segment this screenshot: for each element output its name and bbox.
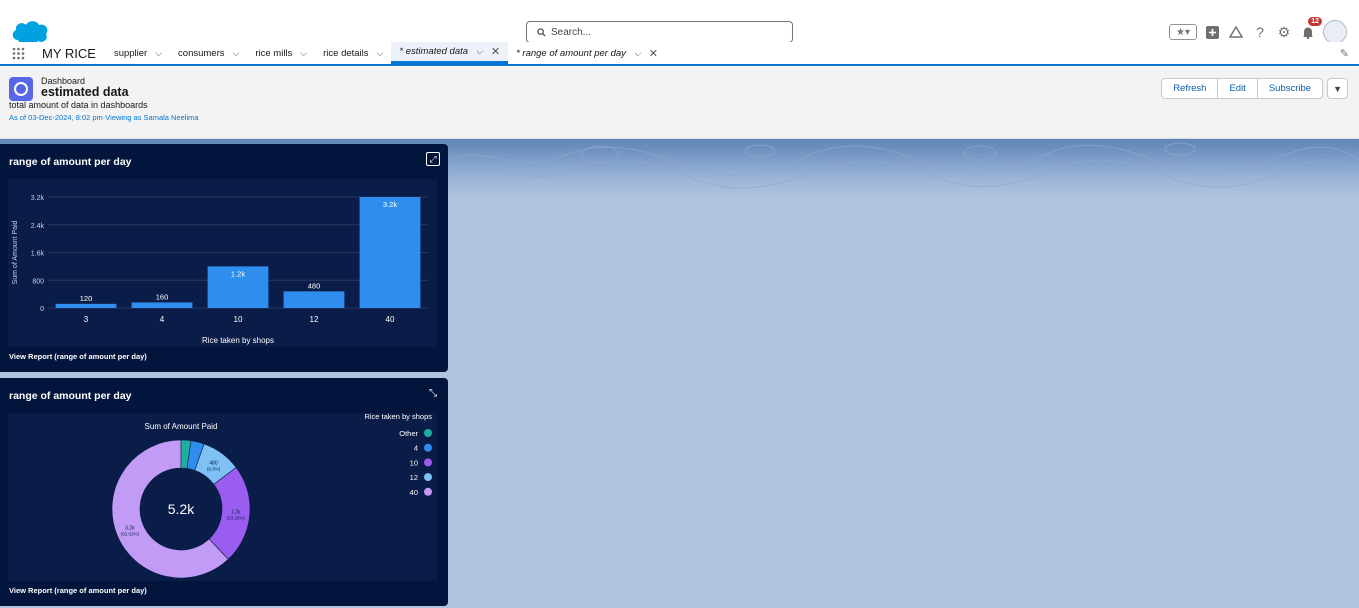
legend-swatch [424, 443, 432, 452]
bar-data-label: 160 [156, 292, 169, 301]
slice-percent-label: (62.02%) [121, 531, 140, 536]
close-icon[interactable]: ✕ [649, 47, 658, 60]
legend-label: Other [399, 429, 418, 438]
donut-chart-widget: range of amount per day ⤡ Sum of Amount … [0, 378, 448, 606]
close-icon[interactable]: ✕ [491, 45, 500, 58]
edit-nav-pencil-icon[interactable]: ✎ [1340, 47, 1349, 60]
bar-chart-area: 0 800 1.6k 2.4k 3.2k Sum of Amount Paid 120 3 16… [8, 179, 437, 347]
page-title: estimated data [41, 85, 129, 99]
widget-title: range of amount per day [9, 390, 132, 402]
view-report-link[interactable]: View Report (range of amount per day) [9, 586, 147, 595]
legend-swatch [424, 458, 432, 467]
donut-center-total: 5.2k [168, 501, 195, 517]
global-header: Search... ★▾ ? ⚙ 12 [0, 0, 1359, 45]
tab-label: supplier [113, 47, 148, 59]
legend-label: 12 [410, 473, 418, 482]
chevron-down-icon[interactable]: ⌵ [155, 48, 162, 59]
global-search-input[interactable]: Search... [526, 21, 793, 43]
bell-icon[interactable]: 12 [1299, 17, 1322, 41]
y-tick-label: 3.2k [31, 195, 45, 202]
tab-rice-details[interactable]: rice details ⌵ [315, 42, 391, 64]
bar-data-label: 3.2k [383, 200, 397, 209]
expand-icon[interactable]: ⤡ [426, 386, 440, 400]
chevron-down-icon[interactable]: ⌵ [476, 46, 483, 57]
gear-icon[interactable]: ⚙ [1275, 23, 1293, 41]
legend-label: 4 [414, 444, 418, 453]
refresh-button[interactable]: Refresh [1161, 78, 1219, 99]
bar [359, 197, 421, 308]
bar-data-label: 120 [80, 294, 93, 303]
bar [131, 302, 193, 308]
app-nav-bar: MY RICE supplier ⌵ consumers ⌵ rice mill… [0, 42, 1359, 66]
x-tick-label: 12 [310, 315, 319, 324]
search-icon [537, 27, 546, 37]
trailhead-icon[interactable] [1227, 23, 1245, 41]
bar-data-label: 1.2k [231, 269, 245, 278]
y-tick-label: 2.4k [31, 223, 45, 230]
legend-label: 40 [410, 488, 418, 497]
donut-title: Sum of Amount Paid [145, 422, 218, 431]
dashboard-description: total amount of data in dashboards [9, 100, 148, 110]
chevron-down-icon[interactable]: ⌵ [634, 48, 641, 59]
bar-chart-widget: range of amount per day ⤢ 0 800 1.6k 2.4k 3.… [0, 144, 448, 372]
tab-label: rice mills [255, 47, 293, 59]
x-tick-label: 40 [386, 315, 395, 324]
dashboard-as-of: As of 03-Dec-2024, 8:02 pm·Viewing as Sa… [9, 113, 199, 122]
y-tick-label: 1.6k [31, 251, 45, 258]
x-tick-label: 3 [84, 315, 89, 324]
notification-badge: 12 [1308, 17, 1322, 26]
chevron-down-icon[interactable]: ⌵ [377, 48, 384, 59]
tab-consumers[interactable]: consumers ⌵ [170, 42, 247, 64]
donut-chart-area: Sum of Amount Paid 3.2k (62.02%) 480 (9.3%) 1… [8, 412, 437, 581]
chevron-down-icon[interactable]: ⌵ [300, 48, 307, 59]
bar-data-label: 480 [308, 281, 321, 290]
bar-chart: 0 800 1.6k 2.4k 3.2k Sum of Amount Paid 120 3 16… [12, 195, 428, 345]
tab-supplier[interactable]: supplier ⌵ [106, 42, 170, 64]
legend-swatch [424, 473, 432, 482]
x-axis-label: Rice taken by shops [202, 336, 274, 345]
slice-percent-label: (23.26%) [227, 516, 246, 521]
donut-chart: Sum of Amount Paid3.2k(62.02%)480(9.3%)1… [111, 412, 432, 579]
legend-title: Rice taken by shops [364, 413, 432, 421]
app-name: MY RICE [42, 45, 96, 61]
add-icon[interactable] [1203, 23, 1221, 41]
app-launcher-icon[interactable] [0, 42, 36, 64]
dashboard-icon [9, 77, 33, 101]
dashboard-header: Dashboard estimated data total amount of… [0, 67, 1359, 139]
chevron-down-icon[interactable]: ⌵ [233, 48, 240, 59]
bar [283, 291, 345, 308]
view-report-link[interactable]: View Report (range of amount per day) [9, 352, 147, 361]
slice-percent-label: (9.3%) [207, 467, 221, 472]
y-axis-label: Sum of Amount Paid [12, 220, 19, 284]
tab-range-of-amount-per-day[interactable]: * range of amount per day ⌵ ✕ [508, 42, 666, 64]
legend-label: 10 [410, 458, 418, 467]
widget-title: range of amount per day [9, 156, 132, 168]
tab-label: consumers [178, 47, 225, 59]
legend-swatch [424, 487, 432, 496]
search-placeholder: Search... [551, 26, 592, 38]
tab-label: * range of amount per day [516, 47, 626, 59]
x-tick-label: 10 [234, 315, 243, 324]
bar [55, 303, 117, 308]
y-tick-label: 0 [40, 306, 44, 313]
y-tick-label: 800 [32, 278, 44, 285]
help-icon[interactable]: ? [1251, 23, 1269, 41]
expand-icon[interactable]: ⤢ [426, 152, 440, 166]
legend-swatch [424, 429, 432, 437]
tab-rice-mills[interactable]: rice mills ⌵ [247, 42, 315, 64]
avatar[interactable] [1323, 20, 1347, 44]
tab-label: * estimated data [399, 46, 469, 57]
more-actions-chevron-down-icon[interactable]: ▼ [1327, 78, 1348, 99]
subscribe-button[interactable]: Subscribe [1257, 78, 1324, 99]
x-tick-label: 4 [160, 315, 165, 324]
tab-estimated-data[interactable]: * estimated data ⌵ ✕ [391, 42, 509, 64]
tab-label: rice details [323, 47, 369, 59]
edit-button[interactable]: Edit [1218, 78, 1258, 99]
favorites-star-icon[interactable]: ★▾ [1169, 24, 1197, 40]
